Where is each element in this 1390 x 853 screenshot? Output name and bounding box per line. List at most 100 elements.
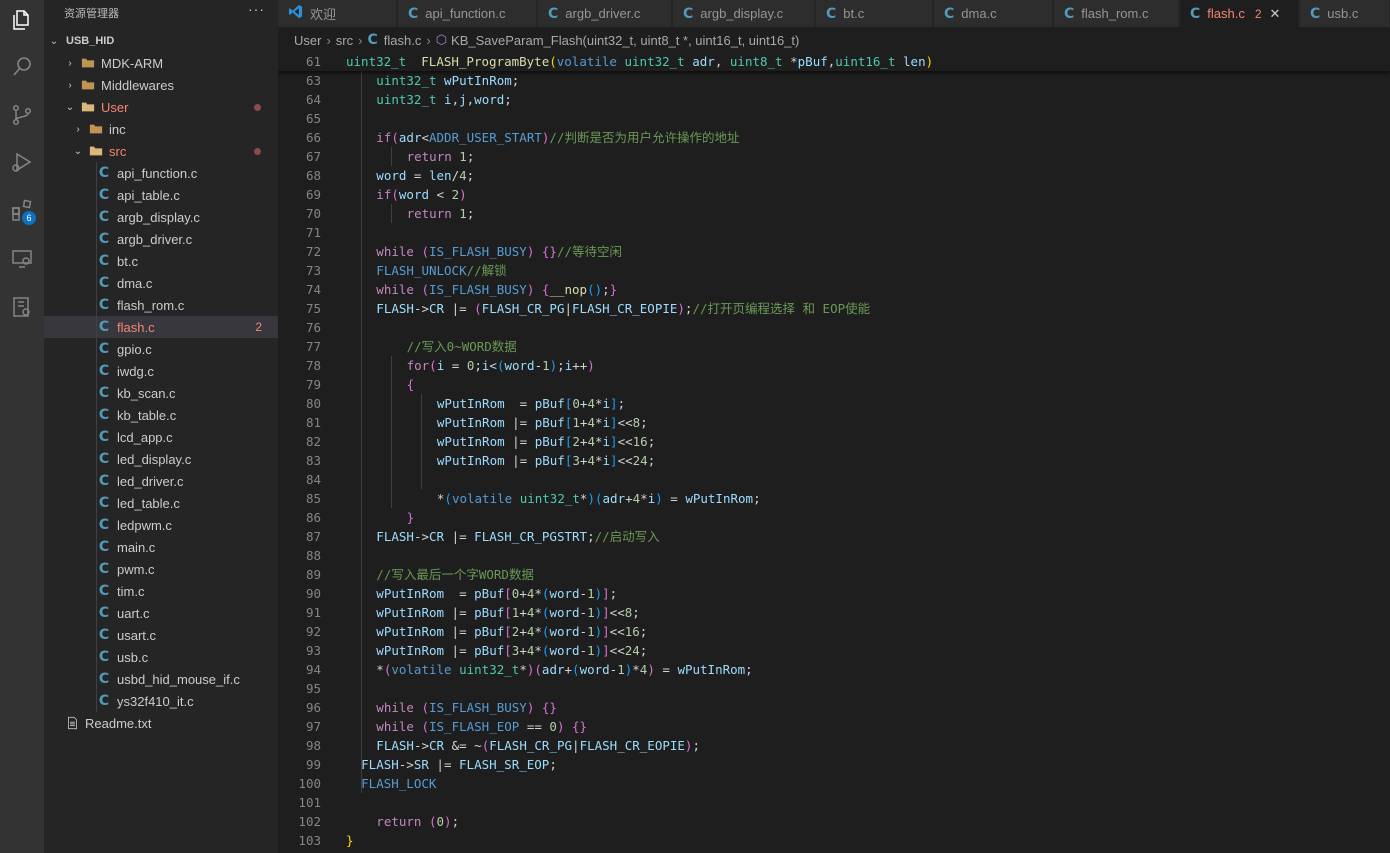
tree-item[interactable]: Clcd_app.c	[44, 426, 278, 448]
code-line[interactable]: 69 if(word < 2)	[278, 185, 1390, 204]
tree-item[interactable]: Cmain.c	[44, 536, 278, 558]
tree-item[interactable]: Ctim.c	[44, 580, 278, 602]
tree-item[interactable]: Cled_table.c	[44, 492, 278, 514]
code-line[interactable]: 82 wPutInRom |= pBuf[2+4*i]<<16;	[278, 432, 1390, 451]
chevron-right-icon[interactable]: ›	[64, 58, 76, 69]
tree-item[interactable]: Cledpwm.c	[44, 514, 278, 536]
code-line[interactable]: 66 if(adr<ADDR_USER_START)//判断是否为用户允许操作的地…	[278, 128, 1390, 147]
code-line[interactable]: 88	[278, 546, 1390, 565]
tree-item[interactable]: Ckb_table.c	[44, 404, 278, 426]
tree-item[interactable]: Cusbd_hid_mouse_if.c	[44, 668, 278, 690]
tab-api-function-c[interactable]: Capi_function.c	[398, 0, 537, 27]
chevron-down-icon[interactable]: ⌄	[64, 102, 76, 113]
code-line[interactable]: 77 //写入0~WORD数据	[278, 337, 1390, 356]
breadcrumb-symbol[interactable]: KB_SaveParam_Flash(uint32_t, uint8_t *, …	[451, 33, 799, 48]
tab-usb-c[interactable]: Cusb.c	[1300, 0, 1390, 27]
tree-item[interactable]: Cflash.c 2	[44, 316, 278, 338]
code-line[interactable]: 86}	[278, 508, 1390, 527]
code-line[interactable]: 80 wPutInRom = pBuf[0+4*i];	[278, 394, 1390, 413]
code-line[interactable]: 103}	[278, 831, 1390, 850]
code-line[interactable]: 96 while (IS_FLASH_BUSY) {}	[278, 698, 1390, 717]
tab-flash-rom-c[interactable]: Cflash_rom.c	[1054, 0, 1179, 27]
tree-item[interactable]: Cgpio.c	[44, 338, 278, 360]
sticky-scroll-line[interactable]: 61 uint32_t FLASH_ProgramByte(volatile ui…	[278, 52, 1390, 71]
code-editor[interactable]: 63 uint32_t wPutInRom; 64 uint32_t i,j,word…	[278, 52, 1390, 853]
code-line[interactable]: 90 wPutInRom = pBuf[0+4*(word-1)];	[278, 584, 1390, 603]
code-line[interactable]: 100 FLASH_LOCK	[278, 774, 1390, 793]
code-line[interactable]: 65	[278, 109, 1390, 128]
tree-item[interactable]: Cys32f410_it.c	[44, 690, 278, 712]
code-line[interactable]: 102 return (0);	[278, 812, 1390, 831]
close-icon[interactable]: ✕	[1270, 6, 1281, 22]
tab--[interactable]: 欢迎	[278, 0, 397, 27]
search-icon[interactable]	[6, 51, 38, 83]
breadcrumb-user[interactable]: User	[294, 33, 321, 48]
code-line[interactable]: 73 FLASH_UNLOCK//解锁	[278, 261, 1390, 280]
tree-item[interactable]: › inc	[44, 118, 278, 140]
code-line[interactable]: 101	[278, 793, 1390, 812]
code-line[interactable]: 67 return 1;	[278, 147, 1390, 166]
tree-item[interactable]: Cled_display.c	[44, 448, 278, 470]
code-line[interactable]: 64 uint32_t i,j,word;	[278, 90, 1390, 109]
tree-item[interactable]: Cdma.c	[44, 272, 278, 294]
chevron-down-icon[interactable]: ⌄	[72, 146, 84, 157]
tree-item[interactable]: › Middlewares	[44, 74, 278, 96]
tab-argb-display-c[interactable]: Cargb_display.c	[673, 0, 815, 27]
tree-item[interactable]: Cpwm.c	[44, 558, 278, 580]
device-manager-icon[interactable]	[6, 291, 38, 323]
tree-item[interactable]: Readme.txt	[44, 712, 278, 734]
code-line[interactable]: 84	[278, 470, 1390, 489]
code-line[interactable]: 97 while (IS_FLASH_EOP == 0) {}	[278, 717, 1390, 736]
tree-item[interactable]: Cargb_driver.c	[44, 228, 278, 250]
chevron-right-icon[interactable]: ›	[64, 80, 76, 91]
code-line[interactable]: 70 return 1;	[278, 204, 1390, 223]
code-line[interactable]: 78 for(i = 0;i<(word-1);i++)	[278, 356, 1390, 375]
tree-item[interactable]: Cusb.c	[44, 646, 278, 668]
tab-dma-c[interactable]: Cdma.c	[934, 0, 1053, 27]
code-line[interactable]: 91 wPutInRom |= pBuf[1+4*(word-1)]<<8;	[278, 603, 1390, 622]
code-line[interactable]: 83 wPutInRom |= pBuf[3+4*i]<<24;	[278, 451, 1390, 470]
code-line[interactable]: 85 *(volatile uint32_t*)(adr+4*i) = wPutI…	[278, 489, 1390, 508]
tree-item[interactable]: Cuart.c	[44, 602, 278, 624]
code-line[interactable]: 94 *(volatile uint32_t*)(adr+(word-1)*4) …	[278, 660, 1390, 679]
tree-item[interactable]: ⌄ User	[44, 96, 278, 118]
code-line[interactable]: 75 FLASH->CR |= (FLASH_CR_PG|FLASH_CR_EOP…	[278, 299, 1390, 318]
code-line[interactable]: 99 FLASH->SR |= FLASH_SR_EOP;	[278, 755, 1390, 774]
code-line[interactable]: 72 while (IS_FLASH_BUSY) {}//等待空闲	[278, 242, 1390, 261]
code-line[interactable]: 81 wPutInRom |= pBuf[1+4*i]<<8;	[278, 413, 1390, 432]
tree-item[interactable]: ⌄ USB_HID	[44, 30, 278, 52]
code-line[interactable]: 68 word = len/4;	[278, 166, 1390, 185]
chevron-down-icon[interactable]: ⌄	[48, 36, 60, 47]
tree-item[interactable]: Cflash_rom.c	[44, 294, 278, 316]
code-line[interactable]: 92 wPutInRom |= pBuf[2+4*(word-1)]<<16;	[278, 622, 1390, 641]
tree-item[interactable]: Cargb_display.c	[44, 206, 278, 228]
tab-argb-driver-c[interactable]: Cargb_driver.c	[538, 0, 672, 27]
tree-item[interactable]: › MDK-ARM	[44, 52, 278, 74]
code-line[interactable]: 89 //写入最后一个字WORD数据	[278, 565, 1390, 584]
tree-item[interactable]: Ciwdg.c	[44, 360, 278, 382]
remote-explorer-icon[interactable]	[6, 243, 38, 275]
tab-bt-c[interactable]: Cbt.c	[816, 0, 933, 27]
breadcrumb-src[interactable]: src	[336, 33, 353, 48]
tree-item[interactable]: Ckb_scan.c	[44, 382, 278, 404]
source-control-icon[interactable]	[6, 99, 38, 131]
tree-item[interactable]: ⌄ src	[44, 140, 278, 162]
tab-flash-c[interactable]: Cflash.c 2 ✕	[1180, 0, 1299, 27]
code-line[interactable]: 76	[278, 318, 1390, 337]
tree-item[interactable]: Cbt.c	[44, 250, 278, 272]
code-line[interactable]: 98 FLASH->CR &= ~(FLASH_CR_PG|FLASH_CR_EO…	[278, 736, 1390, 755]
code-line[interactable]: 87 FLASH->CR |= FLASH_CR_PGSTRT;//启动写入	[278, 527, 1390, 546]
code-line[interactable]: 93 wPutInRom |= pBuf[3+4*(word-1)]<<24;	[278, 641, 1390, 660]
tree-item[interactable]: Cusart.c	[44, 624, 278, 646]
code-line[interactable]: 63 uint32_t wPutInRom;	[278, 71, 1390, 90]
tree-item[interactable]: Cled_driver.c	[44, 470, 278, 492]
run-debug-icon[interactable]	[6, 146, 38, 178]
tree-item[interactable]: Capi_table.c	[44, 184, 278, 206]
breadcrumb-file[interactable]: flash.c	[384, 33, 422, 48]
tree-item[interactable]: Capi_function.c	[44, 162, 278, 184]
chevron-right-icon[interactable]: ›	[72, 124, 84, 135]
code-line[interactable]: 74 while (IS_FLASH_BUSY) {__nop();}	[278, 280, 1390, 299]
code-line[interactable]: 71	[278, 223, 1390, 242]
more-actions-icon[interactable]: ···	[248, 1, 265, 17]
code-line[interactable]: 95	[278, 679, 1390, 698]
